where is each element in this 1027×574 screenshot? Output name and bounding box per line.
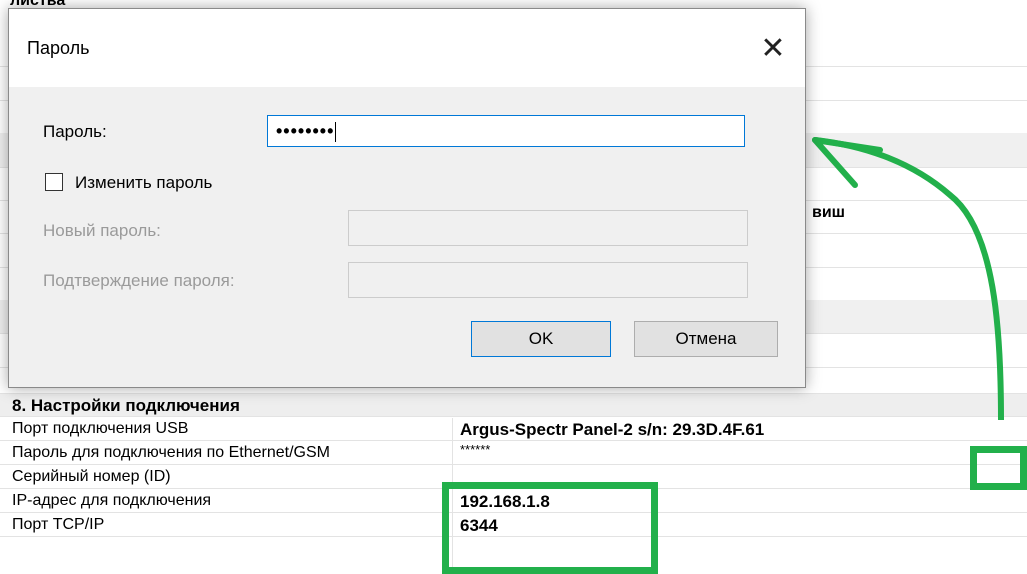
property-key: IP-адрес для подключения	[12, 492, 212, 509]
close-button[interactable]: ✕	[751, 29, 795, 69]
text-caret	[335, 122, 337, 143]
property-key: Пароль для подключения по Ethernet/GSM	[12, 444, 330, 461]
property-key: Порт подключения USB	[12, 420, 189, 437]
dialog-titlebar[interactable]: Пароль ✕	[9, 9, 805, 87]
new-password-label: Новый пароль:	[43, 221, 161, 240]
highlight-box-small	[970, 446, 1027, 490]
property-row[interactable]: Пароль для подключения по Ethernet/GSM *…	[0, 442, 1027, 465]
property-key: Порт TCP/IP	[12, 516, 105, 533]
property-key: Серийный номер (ID)	[12, 468, 171, 485]
highlight-box-ip-port	[442, 482, 658, 574]
change-password-checkbox[interactable]	[45, 173, 63, 191]
password-value: ••••••••	[276, 121, 335, 141]
section-title: 8. Настройки подключения	[12, 396, 240, 415]
confirm-password-field	[348, 262, 748, 298]
close-icon: ✕	[760, 32, 786, 65]
property-value: ******	[460, 442, 491, 457]
ok-button[interactable]: OK	[471, 321, 611, 357]
annotation-arrow-icon	[812, 137, 1004, 420]
new-password-field	[348, 210, 748, 246]
dialog-title: Пароль	[27, 38, 90, 58]
password-dialog: Пароль ✕ Пароль: •••••••• Изменить парол…	[8, 8, 806, 388]
property-value: Argus-Spectr Panel-2 s/n: 29.3D.4F.61	[460, 420, 765, 439]
password-field[interactable]: ••••••••	[267, 115, 745, 147]
property-row[interactable]: Порт подключения USB Argus-Spectr Panel-…	[0, 418, 1027, 441]
password-label: Пароль:	[43, 122, 107, 141]
cancel-button[interactable]: Отмена	[634, 321, 778, 357]
confirm-password-label: Подтверждение пароля:	[43, 271, 235, 290]
change-password-label[interactable]: Изменить пароль	[75, 173, 212, 193]
